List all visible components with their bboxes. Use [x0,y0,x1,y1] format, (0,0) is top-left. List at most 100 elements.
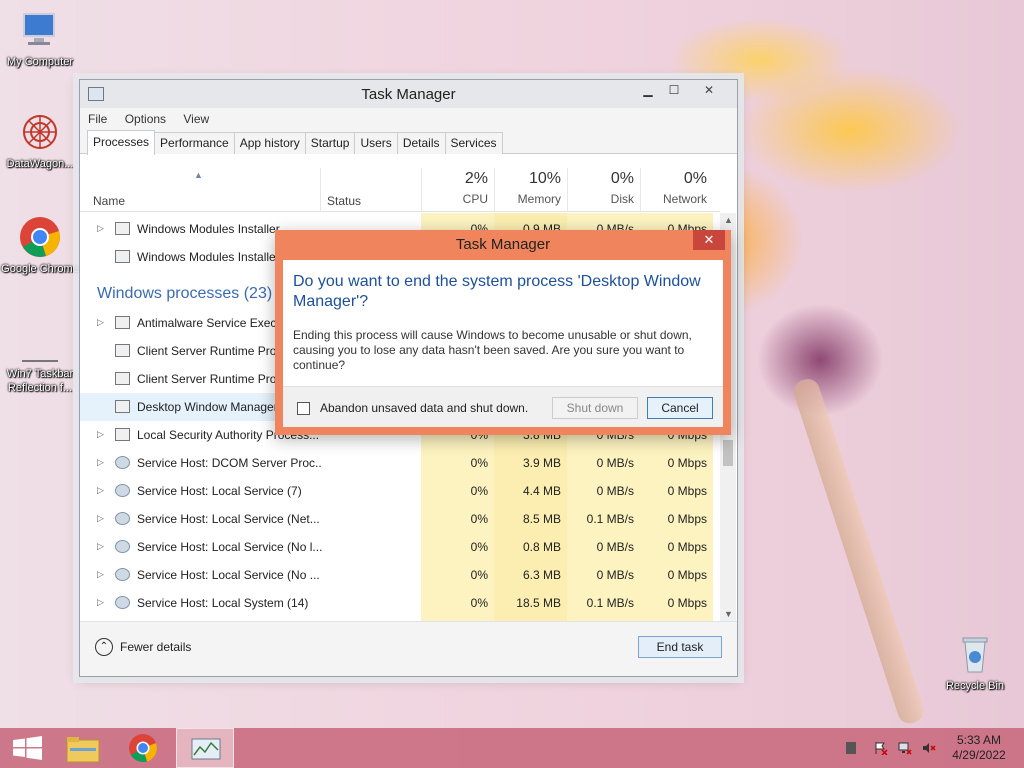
table-row[interactable]: ▷ Service Host: Local Service (Net... 0%… [80,505,720,533]
disk-percent: 0% [610,170,634,187]
expand-arrow-icon[interactable]: ▷ [97,457,104,468]
sort-ascending-icon: ▲ [194,170,203,180]
tab-processes[interactable]: Processes [87,130,156,155]
gear-icon [115,596,130,609]
footer-bar: ⌃ Fewer details End task [80,621,737,676]
scroll-down-icon[interactable]: ▼ [724,609,733,619]
disk-value: 0 MB/s [596,484,634,498]
tab-services[interactable]: Services [444,132,503,154]
menu-options[interactable]: Options [125,108,166,130]
process-name: Service Host: Local System (14) [137,596,309,610]
chrome-taskbar-button[interactable] [114,728,172,768]
tab-performance[interactable]: Performance [154,132,235,154]
expand-arrow-icon[interactable]: ▷ [97,429,104,440]
expand-arrow-icon[interactable]: ▷ [97,317,104,328]
memory-value: 4.4 MB [522,484,561,498]
table-row[interactable]: ▷ Service Host: DCOM Server Proc... 0% 3… [80,449,720,477]
maximize-button[interactable]: ☐ [662,80,686,100]
shut-down-button[interactable]: Shut down [552,397,638,419]
menu-file[interactable]: File [88,108,107,130]
file-explorer-button[interactable] [54,728,112,768]
desktop-icon-datawagon[interactable]: DataWagon... [0,110,80,171]
column-cpu[interactable]: 2% CPU [421,168,488,206]
cpu-label: CPU [462,192,488,206]
memory-value: 6.3 MB [522,568,561,582]
close-button[interactable]: ✕ [689,80,729,100]
clock-time: 5:33 AM [956,733,1002,747]
disk-value: 0 MB/s [596,568,634,582]
dialog-question: Do you want to end the system process 'D… [293,273,701,310]
end-process-dialog[interactable]: Task Manager ✕ Do you want to end the sy… [275,230,731,435]
column-name[interactable]: Name [93,194,125,208]
process-name: Service Host: Local Service (Net... [137,512,320,526]
disk-value: 0 MB/s [596,456,634,470]
tab-users[interactable]: Users [354,132,398,154]
expand-arrow-icon[interactable]: ▷ [97,485,104,496]
expand-arrow-icon[interactable]: ▷ [97,223,104,234]
network-value: 0 Mbps [667,568,707,582]
table-row[interactable]: ▷ Service Host: Local Service (No ... 0%… [80,561,720,589]
cancel-button[interactable]: Cancel [647,397,713,419]
dialog-body: Do you want to end the system process 'D… [283,260,723,427]
fewer-details-link[interactable]: Fewer details [120,640,191,654]
chrome-icon [129,734,157,763]
tab-details[interactable]: Details [396,132,446,154]
tab-startup[interactable]: Startup [304,132,356,154]
taskbar: 5:33 AM 4/29/2022 [0,728,1024,768]
column-memory[interactable]: 10% Memory [494,168,561,206]
expand-arrow-icon[interactable]: ▷ [97,541,104,552]
expand-arrow-icon[interactable]: ▷ [97,597,104,608]
column-network[interactable]: 0% Network [640,168,707,206]
gear-icon [115,512,130,525]
end-task-button[interactable]: End task [638,636,722,658]
title-bar[interactable]: Task Manager ▁ ☐ ✕ [80,80,737,108]
network-icon[interactable] [898,741,912,755]
desktop-icon-google-chrome[interactable]: Google Chrome [0,215,80,276]
column-disk[interactable]: 0% Disk [567,168,634,206]
network-value: 0 Mbps [667,596,707,610]
action-center-flag-icon[interactable] [874,741,888,756]
process-name: Service Host: Local Service (No l... [137,540,322,554]
start-button[interactable] [0,728,58,768]
desktop-icon-my-computer[interactable]: My Computer [0,8,80,69]
column-divider[interactable] [320,168,321,212]
minimize-button[interactable]: ▁ [636,80,660,100]
memory-percent: 10% [528,170,561,187]
table-row[interactable]: ▷ Service Host: Local Service (No l... 0… [80,533,720,561]
scrollbar-thumb[interactable] [723,440,733,466]
desktop-icon-recycle-bin[interactable]: Recycle Bin [935,632,1015,693]
table-row[interactable]: ▷ Service Host: Local System (14) 0% 18.… [80,589,720,617]
column-status[interactable]: Status [327,194,361,208]
memory-value: 18.5 MB [516,596,561,610]
group-header-windows-processes: Windows processes (23) [97,285,273,302]
network-label: Network [662,192,707,206]
process-icon [115,222,130,235]
chrome-icon [18,215,62,259]
menu-view[interactable]: View [183,108,209,130]
desktop-icon-label: Recycle Bin [945,680,1005,692]
disk-value: 0 MB/s [596,540,634,554]
disk-value: 0.1 MB/s [586,596,634,610]
abandon-data-label[interactable]: Abandon unsaved data and shut down. [320,401,528,415]
abandon-data-checkbox[interactable] [297,402,310,415]
tab-app-history[interactable]: App history [233,132,306,154]
process-icon [115,250,130,263]
volume-muted-icon[interactable] [922,741,936,755]
scroll-up-icon[interactable]: ▲ [724,215,733,225]
menu-bar: File Options View [80,108,737,130]
network-value: 0 Mbps [667,512,707,526]
dialog-detail: Ending this process will cause Windows t… [293,328,692,372]
desktop-icon-win7-taskbar[interactable]: Win7 Taskbar Reflection f... [0,320,80,395]
tray-notification-icon[interactable] [846,742,856,754]
desktop-icon-label: Win7 Taskbar Reflection f... [6,368,74,394]
memory-value: 0.8 MB [522,540,561,554]
system-clock[interactable]: 5:33 AM 4/29/2022 [944,733,1014,763]
task-manager-taskbar-button[interactable] [176,728,234,768]
expand-arrow-icon[interactable]: ▷ [97,569,104,580]
disk-value: 0.1 MB/s [586,512,634,526]
expand-arrow-icon[interactable]: ▷ [97,513,104,524]
chevron-up-icon[interactable]: ⌃ [95,638,113,656]
dialog-close-button[interactable]: ✕ [693,230,725,250]
table-row[interactable]: ▷ Service Host: Local Service (7) 0% 4.4… [80,477,720,505]
wallpaper-flower-stem [790,375,927,727]
